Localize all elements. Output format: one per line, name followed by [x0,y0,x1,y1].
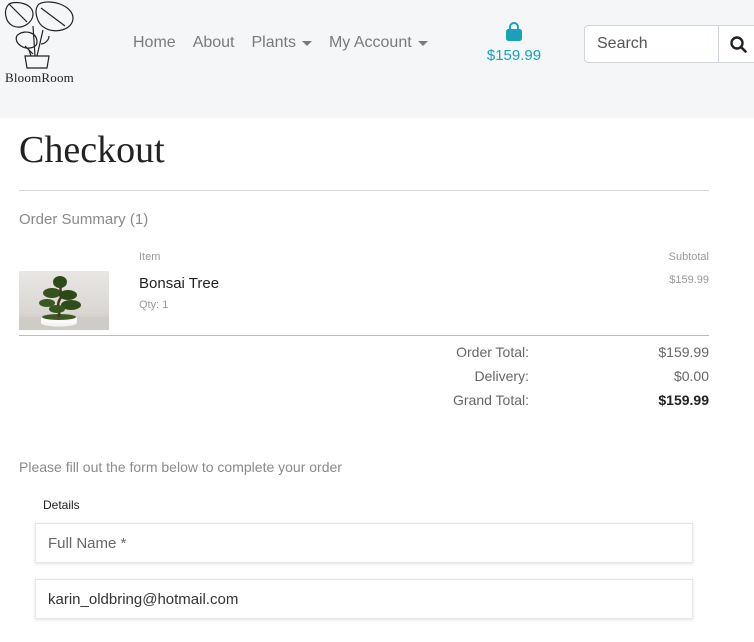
summary-divider [19,335,709,336]
nav-about-label: About [192,34,235,51]
nav-my-account-label: My Account [328,34,412,51]
delivery-label: Delivery: [474,368,529,384]
email-field [35,579,693,619]
details-legend: Details [43,498,80,512]
full-name-input[interactable] [48,534,680,552]
site-header: BloomRoom Home About Plants My Account $… [0,0,754,118]
nav-plants-label: Plants [251,34,296,51]
column-header-item: Item [139,251,161,263]
brand-logo[interactable]: BloomRoom [0,0,80,92]
page-title: Checkout [19,129,165,171]
grand-total-row: Grand Total: $159.99 [380,388,709,412]
full-name-field [35,523,693,563]
delivery-row: Delivery: $0.00 [380,364,709,388]
bonsai-tree-image [19,276,109,330]
form-intro-text: Please fill out the form below to comple… [19,459,342,475]
nav-my-account-dropdown[interactable]: My Account [329,34,428,52]
grand-total-label: Grand Total: [452,392,529,408]
nav-about[interactable]: About [193,34,235,52]
column-header-subtotal: Subtotal [668,251,709,263]
order-totals: Order Total: $159.99 Delivery: $0.00 Gra… [380,340,709,412]
delivery-value: $0.00 [673,368,709,384]
nav-home-label: Home [133,34,176,51]
email-input[interactable] [48,590,680,608]
monstera-plant-icon [4,1,74,69]
order-summary-title: Order Summary (1) [19,211,149,228]
caret-down-icon [417,41,428,46]
bag-total: $159.99 [486,47,542,64]
title-divider [19,190,709,191]
product-image[interactable] [19,271,109,330]
main-nav: Home About Plants My Account [133,34,445,52]
product-name[interactable]: Bonsai Tree [139,275,219,292]
nav-plants-dropdown[interactable]: Plants [252,34,312,52]
order-total-row: Order Total: $159.99 [380,340,709,364]
order-total-label: Order Total: [456,344,529,360]
search-input[interactable] [584,25,718,63]
caret-down-icon [301,41,312,46]
order-total-value: $159.99 [658,344,709,360]
search-button[interactable] [718,25,754,63]
product-subtotal: $159.99 [669,274,709,286]
shopping-bag-link[interactable]: $159.99 [484,22,544,64]
search-icon [730,35,747,53]
search-form [584,25,754,63]
shopping-bag-icon [506,22,522,41]
grand-total-value: $159.99 [658,392,709,408]
nav-home[interactable]: Home [133,34,176,52]
brand-name: BloomRoom [5,70,74,85]
product-quantity: Qty: 1 [139,299,169,311]
